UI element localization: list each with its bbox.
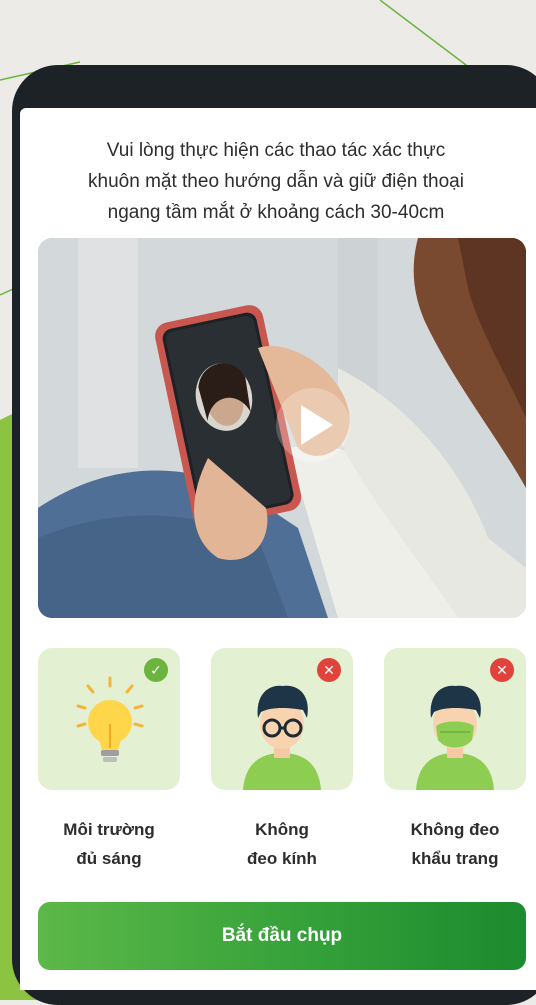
requirement-label-no-mask: Không đeo khẩu trang <box>410 820 500 868</box>
requirement-card-lighting: ✓ <box>38 648 180 790</box>
play-button[interactable] <box>276 388 350 462</box>
tutorial-video[interactable] <box>38 238 526 618</box>
instruction-text: Vui lòng thực hiện các thao tác xác thực… <box>0 135 536 228</box>
instruction-line-2: khuôn mặt theo hướng dẫn và giữ điện tho… <box>88 171 464 192</box>
requirement-label-lighting: Môi trường đủ sáng <box>63 820 155 868</box>
instruction-line-1: Vui lòng thực hiện các thao tác xác thực <box>106 140 446 161</box>
requirement-card-no-glasses: ✕ <box>211 648 353 790</box>
requirement-label-no-glasses: Không đeo kính <box>247 820 317 868</box>
start-capture-button[interactable]: Bắt đầu chụp <box>38 902 526 970</box>
instruction-line-3: ngang tầm mắt ở khoảng cách 30-40cm <box>107 202 445 223</box>
play-icon <box>301 405 333 445</box>
check-icon: ✓ <box>144 658 168 682</box>
requirement-card-no-mask: ✕ <box>384 648 526 790</box>
cross-icon: ✕ <box>490 658 514 682</box>
cross-icon: ✕ <box>317 658 341 682</box>
